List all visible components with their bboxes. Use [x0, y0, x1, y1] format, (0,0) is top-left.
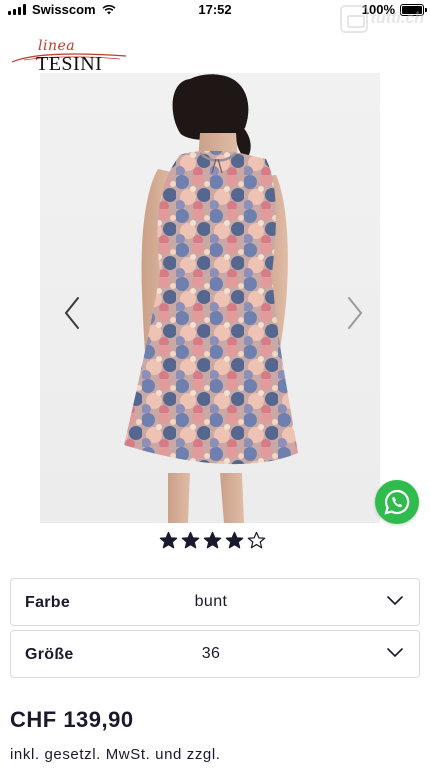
chevron-right-icon[interactable] [346, 296, 364, 330]
product-price: CHF 139,90 [10, 707, 134, 732]
watermark-text: tutti.ch [370, 10, 424, 27]
dress-illustration [124, 74, 298, 523]
chevron-left-icon[interactable] [63, 296, 81, 330]
star-filled-icon [203, 531, 222, 549]
chevron-down-icon [387, 596, 403, 606]
star-filled-icon [159, 531, 178, 549]
star-empty-icon [247, 531, 266, 549]
size-select[interactable]: Größe 36 [10, 630, 420, 678]
chevron-down-icon [387, 648, 403, 658]
cut-off-header-text [8, 18, 168, 24]
tutti-icon [339, 5, 368, 33]
whatsapp-button[interactable] [375, 480, 419, 524]
star-filled-icon [225, 531, 244, 549]
color-select[interactable]: Farbe bunt [10, 578, 420, 626]
watermark-logo: tutti.ch [339, 5, 424, 33]
size-select-value: 36 [201, 645, 221, 662]
tax-note: inkl. gesetzl. MwSt. und zzgl. [10, 746, 221, 763]
star-rating [159, 531, 266, 550]
product-image[interactable] [40, 73, 380, 523]
color-select-value: bunt [194, 593, 228, 610]
whatsapp-icon [384, 489, 410, 515]
brand-logo: linea TESINI [10, 38, 130, 76]
star-filled-icon [181, 531, 200, 549]
